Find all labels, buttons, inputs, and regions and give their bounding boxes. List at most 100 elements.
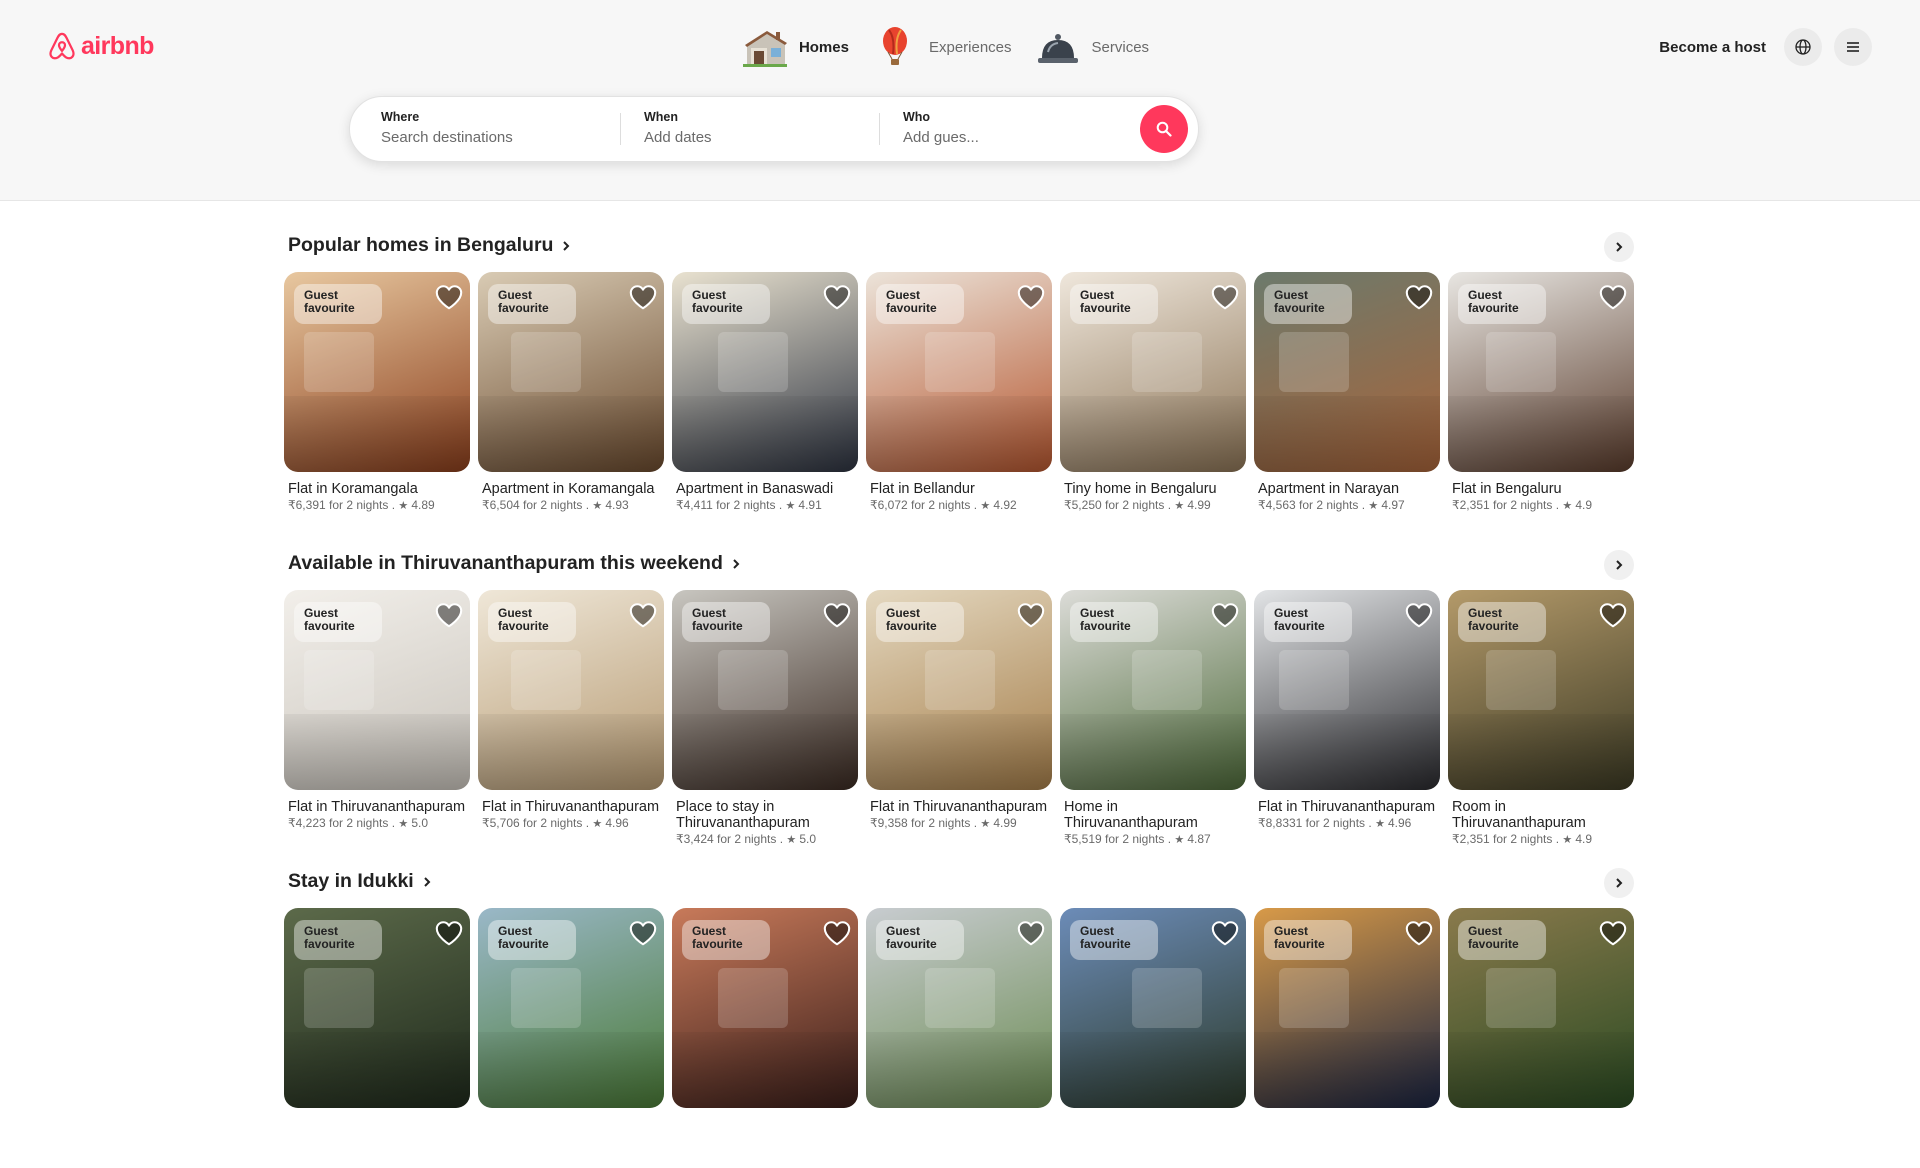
listing-photo[interactable]: Guest favourite <box>672 908 858 1108</box>
heart-icon[interactable] <box>822 282 852 312</box>
heart-icon[interactable] <box>1210 600 1240 630</box>
heart-icon[interactable] <box>822 918 852 948</box>
listing-card[interactable]: Guest favourite Flat in Thiruvananthapura… <box>1254 590 1440 830</box>
listing-card[interactable]: Guest favourite Flat in Thiruvananthapura… <box>284 590 470 830</box>
photo-scenery <box>478 1032 664 1108</box>
search-when-field[interactable]: When Add dates <box>644 110 712 146</box>
heart-icon[interactable] <box>434 282 464 312</box>
listing-card[interactable]: Guest favourite Apartment in Koramangala ₹… <box>478 272 664 512</box>
listing-photo[interactable]: Guest favourite <box>478 908 664 1108</box>
heart-icon[interactable] <box>822 600 852 630</box>
globe-icon <box>1795 39 1811 55</box>
listing-card[interactable]: Guest favourite Flat in Bengaluru ₹2,351 f… <box>1448 272 1634 512</box>
heart-icon[interactable] <box>1598 600 1628 630</box>
chevron-right-icon <box>1616 242 1623 252</box>
nav-services[interactable]: Services <box>1034 26 1149 68</box>
listing-photo[interactable]: Guest favourite <box>1060 272 1246 472</box>
listing-photo[interactable]: Guest favourite <box>1254 908 1440 1108</box>
heart-icon[interactable] <box>1404 282 1434 312</box>
heart-icon[interactable] <box>1404 600 1434 630</box>
listing-photo[interactable]: Guest favourite <box>672 590 858 790</box>
listing-photo[interactable]: Guest favourite <box>478 272 664 472</box>
scroll-next-button[interactable] <box>1604 550 1634 580</box>
listing-price: ₹6,391 for 2 nights <box>288 498 389 512</box>
listing-photo[interactable]: Guest favourite <box>284 590 470 790</box>
where-placeholder: Search destinations <box>381 129 513 146</box>
heart-icon[interactable] <box>1404 918 1434 948</box>
heart-icon[interactable] <box>1598 918 1628 948</box>
search-button[interactable] <box>1140 105 1188 153</box>
listing-cards: Guest favourite Guest favourite Guest favo… <box>284 908 1640 1168</box>
listing-card[interactable]: Guest favourite <box>1448 908 1634 1108</box>
search-divider <box>879 113 880 145</box>
section-title-link[interactable]: Stay in Idukki <box>288 870 432 893</box>
photo-scenery <box>1060 714 1246 790</box>
listing-card[interactable]: Guest favourite <box>866 908 1052 1108</box>
search-where-field[interactable]: Where Search destinations <box>381 110 513 146</box>
guest-favourite-badge: Guest favourite <box>876 284 964 324</box>
language-button[interactable] <box>1784 28 1822 66</box>
listing-card[interactable]: Guest favourite Apartment in Narayan ₹4,56… <box>1254 272 1440 512</box>
photo-scenery <box>1486 650 1556 710</box>
listing-photo[interactable]: Guest favourite <box>284 908 470 1108</box>
heart-icon[interactable] <box>1016 600 1046 630</box>
listing-meta: ₹4,411 for 2 nights . ★ 4.91 <box>672 498 858 512</box>
listing-card[interactable]: Guest favourite <box>478 908 664 1108</box>
heart-icon[interactable] <box>1016 282 1046 312</box>
listing-card[interactable]: Guest favourite Flat in Bellandur ₹6,072 f… <box>866 272 1052 512</box>
section-title-link[interactable]: Available in Thiruvananthapuram this wee… <box>288 552 741 575</box>
listing-card[interactable]: Guest favourite Apartment in Banaswadi ₹4,… <box>672 272 858 512</box>
listing-photo[interactable]: Guest favourite <box>672 272 858 472</box>
listing-price: ₹6,504 for 2 nights <box>482 498 583 512</box>
listing-photo[interactable]: Guest favourite <box>1254 272 1440 472</box>
heart-icon[interactable] <box>1210 918 1240 948</box>
become-host-link[interactable]: Become a host <box>1653 29 1772 66</box>
listing-photo[interactable]: Guest favourite <box>284 272 470 472</box>
guest-favourite-badge: Guest favourite <box>294 602 382 642</box>
heart-icon[interactable] <box>1016 918 1046 948</box>
star-icon: ★ <box>1174 834 1188 846</box>
listing-photo[interactable]: Guest favourite <box>866 272 1052 472</box>
listing-card[interactable]: Guest favourite Room in Thiruvananthapura… <box>1448 590 1634 846</box>
nav-homes[interactable]: Homes <box>741 26 849 68</box>
heart-icon[interactable] <box>628 918 658 948</box>
listing-card[interactable]: Guest favourite <box>284 908 470 1108</box>
listing-photo[interactable]: Guest favourite <box>478 590 664 790</box>
listing-card[interactable]: Guest favourite <box>1060 908 1246 1108</box>
heart-icon[interactable] <box>434 918 464 948</box>
listing-photo[interactable]: Guest favourite <box>1448 590 1634 790</box>
heart-icon[interactable] <box>1598 282 1628 312</box>
listing-card[interactable]: Guest favourite Place to stay in Thiruvan… <box>672 590 858 846</box>
listing-photo[interactable]: Guest favourite <box>1448 272 1634 472</box>
listing-photo[interactable]: Guest favourite <box>1060 590 1246 790</box>
listing-photo[interactable]: Guest favourite <box>1060 908 1246 1108</box>
listing-card[interactable]: Guest favourite <box>672 908 858 1108</box>
listing-photo[interactable]: Guest favourite <box>866 590 1052 790</box>
photo-scenery <box>1060 1032 1246 1108</box>
listing-card[interactable]: Guest favourite Flat in Thiruvananthapura… <box>478 590 664 830</box>
scroll-next-button[interactable] <box>1604 868 1634 898</box>
listing-rating: 4.99 <box>993 816 1017 830</box>
section-title-link[interactable]: Popular homes in Bengaluru <box>288 234 571 257</box>
nav-label-homes: Homes <box>798 38 849 56</box>
listing-card[interactable]: Guest favourite Tiny home in Bengaluru ₹5,… <box>1060 272 1246 512</box>
listing-card[interactable]: Guest favourite Flat in Thiruvananthapura… <box>866 590 1052 830</box>
photo-scenery <box>925 968 995 1028</box>
heart-icon[interactable] <box>628 600 658 630</box>
listing-card[interactable]: Guest favourite <box>1254 908 1440 1108</box>
search-who-field[interactable]: Who Add gues... <box>903 110 979 146</box>
listing-card[interactable]: Guest favourite Home in Thiruvananthapura… <box>1060 590 1246 846</box>
listing-photo[interactable]: Guest favourite <box>1254 590 1440 790</box>
scroll-next-button[interactable] <box>1604 232 1634 262</box>
star-icon: ★ <box>1562 834 1576 846</box>
listing-cards: Guest favourite Flat in Thiruvananthapura… <box>284 590 1640 850</box>
listing-photo[interactable]: Guest favourite <box>866 908 1052 1108</box>
nav-experiences[interactable]: Experiences <box>871 26 1012 68</box>
photo-scenery <box>284 1032 470 1108</box>
heart-icon[interactable] <box>1210 282 1240 312</box>
main-menu-button[interactable] <box>1834 28 1872 66</box>
listing-card[interactable]: Guest favourite Flat in Koramangala ₹6,391… <box>284 272 470 512</box>
listing-photo[interactable]: Guest favourite <box>1448 908 1634 1108</box>
heart-icon[interactable] <box>434 600 464 630</box>
heart-icon[interactable] <box>628 282 658 312</box>
